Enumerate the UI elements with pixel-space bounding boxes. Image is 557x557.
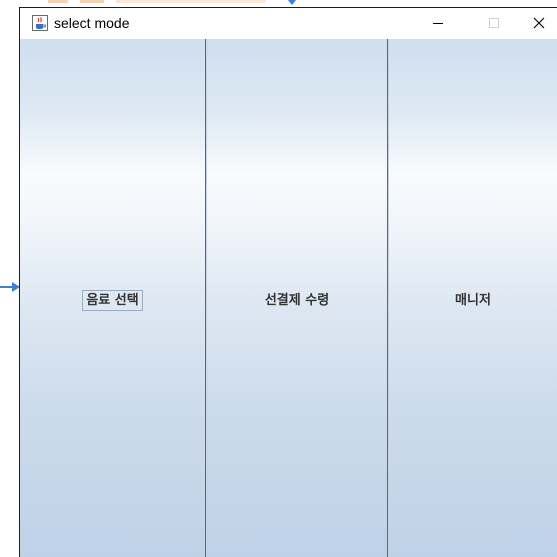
select-drink-label: 음료 선택 [82,290,143,311]
close-icon [533,17,545,29]
arrow-right-icon [0,281,20,293]
prepaid-pickup-button[interactable]: 선결제 수령 [206,39,388,557]
manager-label: 매니저 [455,293,491,308]
maximize-button[interactable] [470,8,516,39]
mode-button-panel: 음료 선택 선결제 수령 매니저 [20,39,557,557]
close-button[interactable] [516,8,557,39]
prepaid-pickup-label: 선결제 수령 [264,293,330,308]
select-drink-button[interactable]: 음료 선택 [20,39,206,557]
minimize-button[interactable] [415,8,461,39]
arrow-down-icon [288,0,296,5]
java-cup-icon [32,15,48,31]
title-bar[interactable]: select mode [20,8,557,39]
manager-button[interactable]: 매니저 [388,39,557,557]
background-decoration [40,0,310,4]
screenshot-stage: select mode 음료 선택 선결제 수령 매니저 [0,0,557,557]
select-mode-window: select mode 음료 선택 선결제 수령 매니저 [19,7,557,557]
maximize-icon [489,18,499,28]
window-title: select mode [54,15,130,31]
minimize-icon [433,23,443,24]
